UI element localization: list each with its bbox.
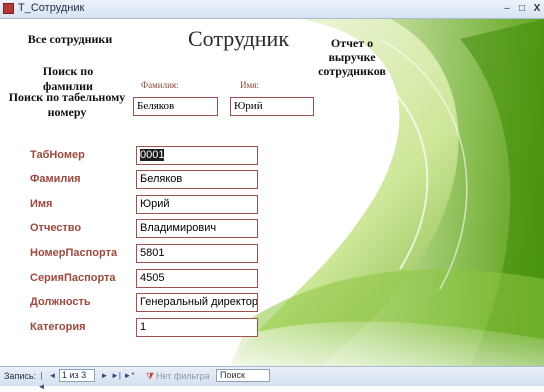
record-position-input[interactable]: 1 из 3 — [59, 369, 95, 382]
search-lastname-label: Фамилия: — [141, 80, 179, 90]
category-label: Категория — [30, 321, 86, 333]
lastname-field[interactable]: Беляков — [136, 170, 258, 189]
first-record-button[interactable]: |◄ — [37, 370, 46, 391]
close-button[interactable]: X — [530, 3, 544, 15]
search-firstname-label: Имя: — [240, 80, 259, 90]
firstname-field[interactable]: Юрий — [136, 195, 258, 214]
records-label: Запись: — [4, 371, 37, 381]
next-record-button[interactable]: ► — [100, 370, 109, 381]
last-record-button[interactable]: ►| — [111, 370, 121, 381]
form-icon — [3, 3, 14, 14]
window-titlebar: Т_Сотрудник ‒ □ X — [0, 0, 544, 19]
revenue-report-link[interactable]: Отчет о выручке сотрудников — [318, 36, 386, 78]
search-input[interactable]: Поиск — [216, 369, 270, 382]
funnel-icon: ⧩ — [146, 371, 155, 381]
filter-label: Нет фильтра — [156, 371, 210, 381]
position-field[interactable]: Генеральный директор — [136, 293, 258, 312]
search-firstname-input[interactable]: Юрий — [230, 97, 314, 116]
firstname-label: Имя — [30, 198, 53, 210]
passport-number-field[interactable]: 5801 — [136, 244, 258, 263]
search-lastname-input[interactable]: Беляков — [133, 97, 218, 116]
passport-series-label: СерияПаспорта — [30, 272, 116, 284]
tabnum-field[interactable]: 0001 — [136, 146, 258, 165]
window-title: Т_Сотрудник — [18, 2, 85, 14]
passport-number-label: НомерПаспорта — [30, 247, 118, 259]
minimize-button[interactable]: ‒ — [500, 3, 514, 15]
search-by-tabnum-link[interactable]: Поиск по табельному номеру — [8, 90, 126, 120]
previous-record-button[interactable]: ◄ — [48, 370, 57, 381]
tabnum-label: ТабНомер — [30, 149, 85, 161]
employee-form: Все сотрудники Сотрудник Отчет о выручке… — [0, 19, 544, 366]
form-heading: Сотрудник — [188, 26, 290, 51]
passport-series-field[interactable]: 4505 — [136, 269, 258, 288]
tabnum-value: 0001 — [140, 149, 165, 161]
patronymic-field[interactable]: Владимирович — [136, 219, 258, 238]
lastname-label: Фамилия — [30, 173, 81, 185]
category-field[interactable]: 1 — [136, 318, 258, 337]
position-label: Должность — [30, 296, 91, 308]
new-record-button[interactable]: ►* — [123, 370, 135, 381]
all-employees-link[interactable]: Все сотрудники — [20, 32, 120, 47]
patronymic-label: Отчество — [30, 222, 82, 234]
filter-status[interactable]: ⧩ Нет фильтра — [146, 371, 210, 382]
record-navigation-bar: Запись: |◄ ◄ 1 из 3 ► ►| ►* ⧩ Нет фильтра… — [0, 366, 544, 391]
maximize-button[interactable]: □ — [515, 3, 529, 15]
